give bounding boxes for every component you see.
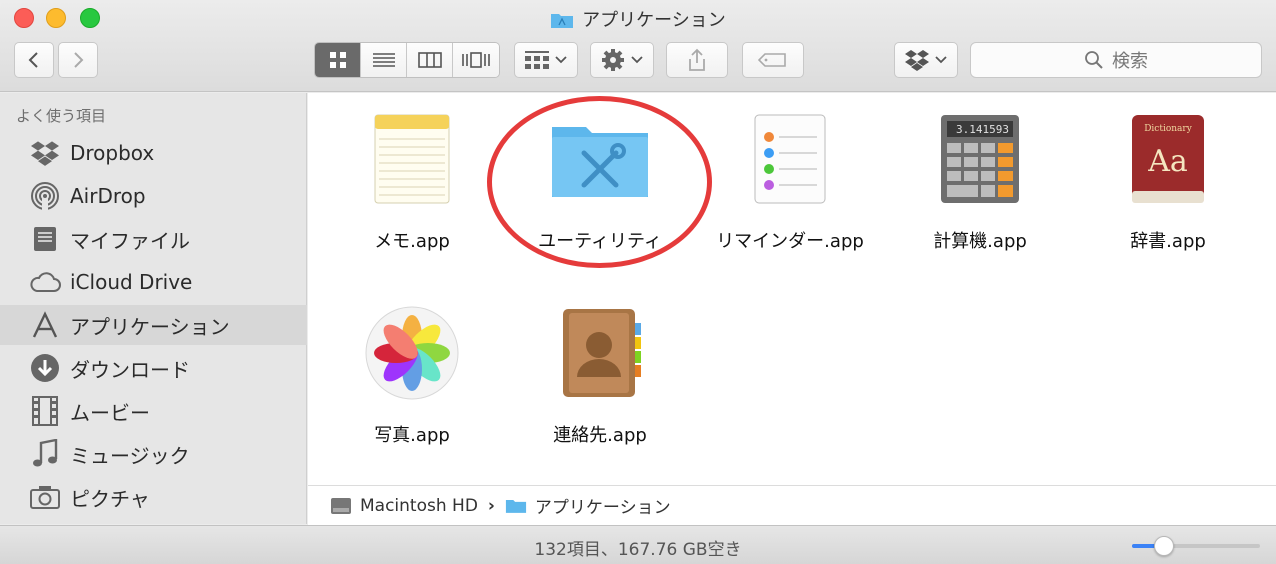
contacts-icon — [550, 303, 650, 403]
columns-icon — [417, 52, 442, 68]
tag-icon — [758, 53, 786, 67]
chevron-down-icon — [555, 56, 567, 64]
sidebar-item-applications[interactable]: アプリケーション — [0, 305, 307, 345]
app-photos[interactable]: 写真.app — [317, 303, 507, 447]
dropbox-button[interactable] — [894, 42, 958, 78]
sidebar-item-label: マイファイル — [70, 228, 190, 253]
sidebar-item-pictures[interactable]: ピクチャ — [0, 477, 307, 517]
dictionary-icon: Dictionary Aa — [1118, 109, 1218, 209]
sidebar-item-downloads[interactable]: ダウンロード — [0, 348, 307, 388]
app-notes[interactable]: メモ.app — [317, 109, 507, 253]
slider-knob[interactable] — [1154, 536, 1174, 556]
toolbar: アプリケーション 検索 — [0, 0, 1276, 92]
grid-icon — [329, 52, 346, 68]
app-contacts[interactable]: 連絡先.app — [505, 303, 695, 447]
file-icon-grid: メモ.app ユーティリティ リマインダー.app 3.141593 計算機.a… — [308, 93, 1276, 485]
folder-label: ユーティリティ — [538, 231, 662, 252]
path-item-folder[interactable]: アプリケーション — [535, 493, 671, 518]
sidebar-item-label: アプリケーション — [70, 314, 230, 339]
sidebar: よく使う項目 Dropbox AirDrop マイファイル iCloud Dri… — [0, 93, 307, 524]
utilities-folder-icon — [550, 109, 650, 209]
coverflow-icon — [462, 52, 490, 68]
search-placeholder: 検索 — [1112, 51, 1148, 72]
sidebar-item-movies[interactable]: ムービー — [0, 391, 307, 431]
all-files-icon — [28, 222, 62, 256]
list-view-button[interactable] — [361, 43, 407, 77]
app-label: 写真.app — [374, 425, 450, 446]
reminders-icon — [740, 109, 840, 209]
notes-icon — [362, 109, 462, 209]
forward-button[interactable] — [58, 42, 98, 78]
path-item-disk[interactable]: Macintosh HD — [360, 496, 478, 516]
icon-view-button[interactable] — [315, 43, 361, 77]
app-label: リマインダー.app — [716, 231, 864, 252]
chevron-left-icon — [28, 52, 38, 68]
hard-drive-icon — [330, 496, 352, 516]
sidebar-item-music[interactable]: ミュージック — [0, 434, 307, 474]
applications-icon — [28, 308, 62, 342]
chevron-right-icon — [74, 52, 84, 68]
status-text: 132項目、167.76 GB空き — [534, 540, 742, 560]
app-label: 計算機.app — [933, 231, 1027, 252]
view-mode-segment — [314, 42, 500, 78]
arrange-button[interactable] — [514, 42, 578, 78]
coverflow-view-button[interactable] — [453, 43, 499, 77]
sidebar-item-label: Dropbox — [70, 141, 155, 165]
sidebar-item-airdrop[interactable]: AirDrop — [0, 176, 307, 216]
dictionary-letters: Aa — [1147, 144, 1188, 179]
sidebar-item-label: ムービー — [70, 400, 150, 425]
search-field[interactable]: 検索 — [970, 42, 1262, 78]
airdrop-icon — [28, 179, 62, 213]
arrange-icon — [525, 51, 549, 69]
music-note-icon — [28, 437, 62, 471]
dictionary-word: Dictionary — [1144, 124, 1193, 134]
finder-window: アプリケーション 検索 よく使う項目 Dropbox AirDrop マイファイ… — [0, 0, 1276, 564]
action-button[interactable] — [590, 42, 654, 78]
cloud-icon — [28, 265, 62, 299]
sidebar-item-label: iCloud Drive — [70, 270, 193, 294]
sidebar-item-my-files[interactable]: マイファイル — [0, 219, 307, 259]
chevron-down-icon — [935, 56, 947, 64]
list-icon — [372, 53, 395, 67]
camera-icon — [28, 480, 62, 514]
sidebar-item-label: AirDrop — [70, 184, 146, 208]
gear-icon — [602, 49, 624, 71]
app-dictionary[interactable]: Dictionary Aa 辞書.app — [1073, 109, 1263, 253]
calculator-display: 3.141593 — [956, 123, 1009, 136]
sidebar-item-label: ダウンロード — [70, 357, 190, 382]
film-icon — [28, 394, 62, 428]
app-label: メモ.app — [374, 231, 450, 252]
window-title: アプリケーション — [0, 6, 1276, 34]
share-button[interactable] — [666, 42, 728, 78]
applications-folder-icon — [550, 11, 574, 34]
share-icon — [689, 48, 705, 71]
sidebar-item-label: ミュージック — [70, 443, 190, 468]
icon-size-slider[interactable] — [1132, 536, 1260, 556]
path-separator-icon: › — [487, 495, 495, 516]
tag-button[interactable] — [742, 42, 804, 78]
app-label: 連絡先.app — [553, 425, 647, 446]
sidebar-header-favorites: よく使う項目 — [16, 107, 107, 125]
app-reminders[interactable]: リマインダー.app — [695, 109, 885, 253]
dropbox-icon — [905, 50, 929, 71]
path-bar: Macintosh HD › アプリケーション — [308, 485, 1276, 525]
back-button[interactable] — [14, 42, 54, 78]
download-icon — [28, 351, 62, 385]
dropbox-icon — [28, 136, 62, 170]
status-bar: 132項目、167.76 GB空き — [0, 525, 1276, 564]
sidebar-item-label: ピクチャ — [70, 486, 150, 511]
photos-icon — [362, 303, 462, 403]
app-calculator[interactable]: 3.141593 計算機.app — [885, 109, 1075, 253]
app-label: 辞書.app — [1130, 231, 1206, 252]
folder-utilities[interactable]: ユーティリティ — [505, 109, 695, 253]
sidebar-item-dropbox[interactable]: Dropbox — [0, 133, 307, 173]
search-icon — [1085, 51, 1103, 69]
calculator-icon: 3.141593 — [930, 109, 1030, 209]
chevron-down-icon — [631, 56, 643, 64]
column-view-button[interactable] — [407, 43, 453, 77]
sidebar-item-icloud-drive[interactable]: iCloud Drive — [0, 262, 307, 302]
applications-folder-icon — [505, 497, 527, 514]
